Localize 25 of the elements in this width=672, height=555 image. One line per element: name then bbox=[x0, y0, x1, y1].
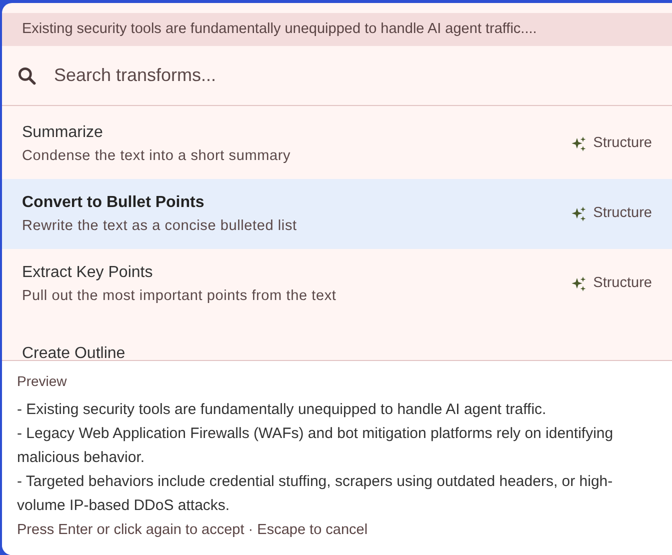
transform-item[interactable]: Convert to Bullet Points Rewrite the text as a concise bulleted list Structure bbox=[2, 179, 672, 249]
category-tag: Structure bbox=[593, 273, 652, 295]
transform-title: Convert to Bullet Points bbox=[22, 192, 206, 213]
preview-line: - Existing security tools are fundamentally unequipped to handle AI agent traffic. bbox=[17, 400, 548, 420]
category-tag: Structure bbox=[593, 133, 652, 155]
transform-description: Pull out the most important points from the text bbox=[22, 286, 338, 306]
preview-line: - Targeted behaviors include credential stuffing, scrapers using outdated headers, or high-volume IP-based DDoS attacks. bbox=[17, 472, 614, 516]
transform-description: Rewrite the text as a concise bulleted list bbox=[22, 216, 298, 236]
transform-title: Create Outline bbox=[22, 344, 126, 360]
sparkle-icon bbox=[571, 276, 588, 292]
transform-item[interactable]: Extract Key Points Pull out the most important points from the text Structure bbox=[2, 249, 672, 319]
transform-item[interactable]: Create Outline bbox=[2, 319, 672, 360]
keyboard-hint: Press Enter or click again to accept · Escape to cancel bbox=[17, 521, 369, 540]
transform-description: Condense the text into a short summary bbox=[22, 146, 292, 166]
sparkle-icon bbox=[571, 136, 588, 152]
search-icon bbox=[16, 64, 38, 86]
transform-title: Summarize bbox=[22, 122, 104, 143]
source-excerpt-banner: Existing security tools are fundamentally unequipped to handle AI agent traffic.... bbox=[2, 13, 672, 46]
search-field[interactable]: Search transforms... bbox=[54, 62, 658, 89]
transform-title: Extract Key Points bbox=[22, 262, 154, 283]
preview-line: - Legacy Web Application Firewalls (WAFs) and bot mitigation platforms rely on identifying malicious behavior. bbox=[17, 424, 614, 468]
category-tag: Structure bbox=[593, 203, 652, 225]
preview-label: Preview bbox=[17, 372, 68, 391]
transform-item[interactable]: Summarize Condense the text into a short summary Structure bbox=[2, 109, 672, 179]
sparkle-icon bbox=[571, 206, 588, 222]
